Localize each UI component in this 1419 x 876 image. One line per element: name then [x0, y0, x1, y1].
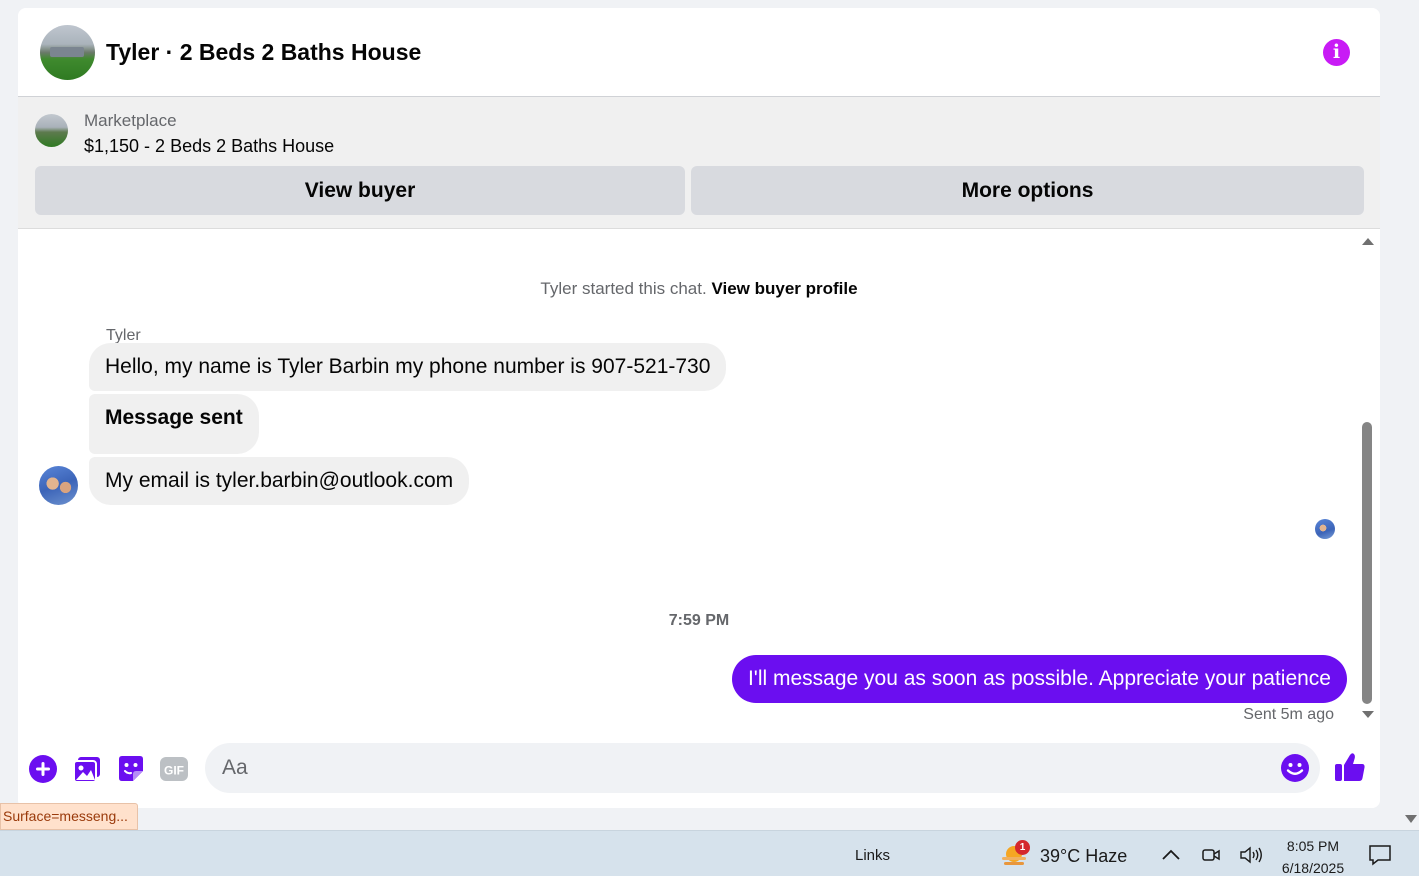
meet-now-icon[interactable] [1201, 845, 1221, 865]
page-scroll-down-icon[interactable] [1405, 815, 1417, 823]
view-buyer-profile-link[interactable]: View buyer profile [711, 279, 857, 298]
marketplace-listing-panel: Marketplace $1,150 - 2 Beds 2 Baths Hous… [18, 97, 1380, 229]
chat-started-text: Tyler started this chat. [540, 279, 707, 298]
sender-avatar[interactable] [39, 466, 78, 505]
clock[interactable]: 8:05 PM 6/18/2025 [1278, 835, 1348, 876]
chevron-up-icon[interactable] [1160, 846, 1182, 864]
weather-alert-badge: 1 [1015, 840, 1030, 855]
incoming-message[interactable]: Message sent [89, 394, 259, 454]
scroll-down-arrow-icon[interactable] [1362, 711, 1374, 718]
listing-title[interactable]: $1,150 - 2 Beds 2 Baths House [84, 136, 334, 157]
message-input-placeholder: Aa [222, 756, 248, 779]
sent-status: Sent 5m ago [1243, 706, 1334, 723]
seen-indicator-avatar [1315, 519, 1335, 539]
scroll-up-arrow-icon[interactable] [1362, 238, 1374, 245]
chat-started-notice: Tyler started this chat. View buyer prof… [18, 279, 1380, 299]
listing-avatar[interactable] [40, 25, 95, 80]
gif-label: GIF [164, 764, 184, 778]
clock-time: 8:05 PM [1286, 838, 1340, 854]
more-options-button[interactable]: More options [691, 166, 1364, 215]
chat-header: Tyler · 2 Beds 2 Baths House i [18, 8, 1380, 97]
chat-title: Tyler · 2 Beds 2 Baths House [106, 39, 422, 65]
message-timestamp: 7:59 PM [668, 612, 730, 629]
volume-icon[interactable] [1239, 845, 1263, 865]
add-icon[interactable] [27, 753, 59, 785]
message-composer: GIF Aa [18, 740, 1380, 808]
message-thread[interactable]: Tyler started this chat. View buyer prof… [18, 230, 1380, 740]
status-tooltip: Surface=messeng... [0, 803, 138, 830]
sticker-icon[interactable] [115, 753, 147, 785]
photo-icon[interactable] [71, 753, 103, 785]
listing-source: Marketplace [84, 111, 177, 130]
message-scrollbar[interactable] [1359, 234, 1375, 724]
info-icon[interactable]: i [1323, 39, 1350, 66]
listing-thumbnail [35, 114, 68, 147]
notifications-icon[interactable] [1368, 844, 1392, 866]
view-buyer-button[interactable]: View buyer [35, 166, 685, 215]
incoming-message[interactable]: My email is tyler.barbin@outlook.com [89, 457, 470, 505]
chat-window: Tyler · 2 Beds 2 Baths House i Marketpla… [18, 8, 1380, 808]
incoming-message[interactable]: Hello, my name is Tyler Barbin my phone … [89, 343, 727, 391]
taskbar-links[interactable]: Links [855, 847, 890, 864]
outgoing-message[interactable]: I'll message you as soon as possible. Ap… [731, 655, 1347, 703]
thumbs-up-icon[interactable] [1333, 750, 1367, 784]
gif-icon[interactable]: GIF [158, 753, 190, 785]
message-input[interactable]: Aa [205, 743, 1320, 793]
emoji-icon[interactable] [1280, 753, 1310, 783]
taskbar: Links 1 39°C Haze 8:05 PM 6/18/2025 [0, 830, 1419, 876]
scroll-thumb[interactable] [1362, 422, 1372, 704]
clock-date: 6/18/2025 [1281, 860, 1345, 876]
weather-text[interactable]: 39°C Haze [1040, 846, 1127, 867]
